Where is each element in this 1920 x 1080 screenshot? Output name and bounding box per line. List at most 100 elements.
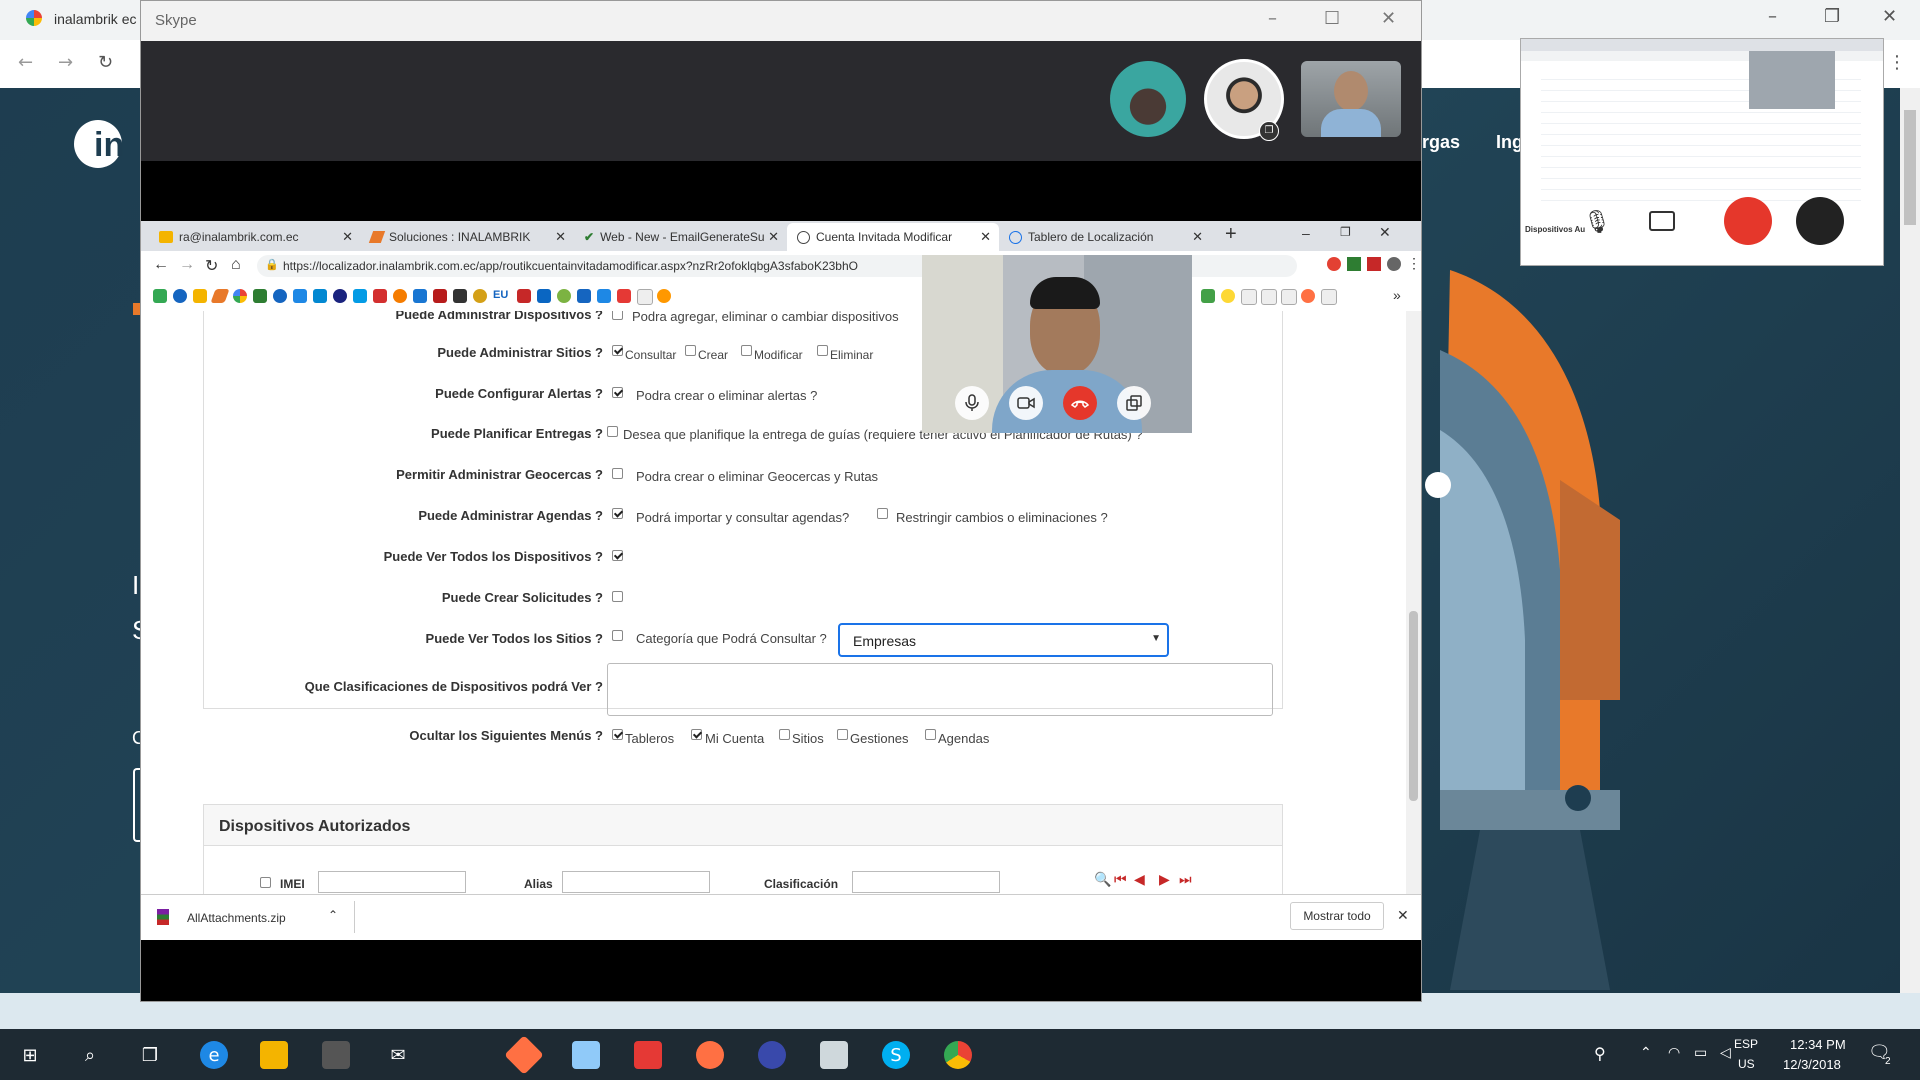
menu-icon[interactable]: ⋮ — [1407, 255, 1421, 272]
app-icon[interactable] — [634, 1041, 662, 1069]
chevron-up-icon[interactable]: ⌃ — [1640, 1044, 1652, 1061]
reload-icon[interactable]: ↻ — [98, 52, 113, 73]
app-icon[interactable] — [504, 1035, 544, 1075]
microphone-icon[interactable] — [955, 386, 989, 420]
alias-input[interactable] — [562, 871, 710, 893]
bookmark-icon[interactable] — [1241, 289, 1257, 305]
battery-icon[interactable]: ▭ — [1694, 1044, 1707, 1061]
close-icon[interactable]: ✕ — [1882, 6, 1897, 27]
bookmark-icon[interactable] — [210, 289, 230, 303]
home-icon[interactable]: ⌂ — [231, 256, 241, 274]
checkbox-agendas[interactable] — [612, 508, 623, 519]
bookmark-icon[interactable] — [1201, 289, 1215, 303]
checkbox-gestiones[interactable] — [837, 729, 848, 740]
bookmark-icon[interactable] — [353, 289, 367, 303]
bookmark-icon[interactable] — [393, 289, 407, 303]
end-call-icon[interactable] — [1063, 386, 1097, 420]
tab-mail[interactable]: ra@inalambrik.com.ec ✕ — [149, 223, 361, 251]
checkbox-solicitudes[interactable] — [612, 591, 623, 602]
bookmark-icon[interactable] — [313, 289, 327, 303]
page-scrollbar[interactable] — [1406, 311, 1421, 894]
close-tab-icon[interactable]: ✕ — [555, 229, 566, 245]
chrome-icon[interactable] — [944, 1041, 972, 1069]
prev-page-icon[interactable]: ◀ — [1134, 871, 1145, 888]
bookmark-icon[interactable] — [537, 289, 551, 303]
checkbox-ver-sitios[interactable] — [612, 630, 623, 641]
bookmark-icon[interactable] — [557, 289, 571, 303]
bookmark-icon[interactable] — [373, 289, 387, 303]
imei-input[interactable] — [318, 871, 466, 893]
popout-icon[interactable] — [1117, 386, 1151, 420]
bookmark-icon[interactable] — [617, 289, 631, 303]
show-all-button[interactable]: Mostrar todo — [1290, 902, 1384, 930]
forward-icon[interactable]: → — [58, 52, 73, 73]
store-icon[interactable] — [322, 1041, 350, 1069]
bookmark-icon[interactable] — [657, 289, 671, 303]
checkbox-agendas-menu[interactable] — [925, 729, 936, 740]
mail-icon[interactable]: ✉ — [384, 1041, 412, 1069]
bookmark-icon[interactable] — [233, 289, 247, 303]
checkbox-planificar[interactable] — [607, 426, 618, 437]
checkbox-restringir[interactable] — [877, 508, 888, 519]
checkbox-geocercas[interactable] — [612, 468, 623, 479]
clock-time[interactable]: 12:34 PM — [1790, 1037, 1846, 1052]
skype-icon[interactable]: S — [882, 1041, 910, 1069]
volume-icon[interactable]: ◁ — [1720, 1044, 1731, 1061]
background-scrollbar[interactable] — [1900, 88, 1920, 993]
close-tab-icon[interactable]: ✕ — [342, 229, 353, 245]
bookmark-icon[interactable] — [253, 289, 267, 303]
search-icon[interactable]: 🔍 — [1094, 871, 1111, 888]
bookmark-icon[interactable] — [517, 289, 531, 303]
tab-web-new[interactable]: ✔ Web - New - EmailGenerateSu ✕ — [574, 223, 787, 251]
windows-start-icon[interactable]: ⊞ — [16, 1041, 44, 1069]
close-icon[interactable]: ✕ — [1381, 8, 1396, 29]
close-tab-icon[interactable]: ✕ — [768, 229, 779, 245]
minimize-icon[interactable]: – — [1302, 225, 1310, 241]
more-bookmarks-icon[interactable]: » — [1393, 287, 1401, 303]
menu-icon[interactable]: ⋮ — [1888, 52, 1906, 73]
vpn-icon[interactable] — [758, 1041, 786, 1069]
bookmark-icon[interactable] — [1321, 289, 1337, 305]
floating-video[interactable] — [922, 255, 1192, 433]
nav-item[interactable]: rgas — [1422, 132, 1460, 153]
close-tab-icon[interactable]: ✕ — [980, 229, 991, 245]
bookmark-icon[interactable] — [637, 289, 653, 305]
bookmark-icon[interactable] — [433, 289, 447, 303]
end-call-icon[interactable] — [1724, 197, 1772, 245]
background-tab-title[interactable]: inalambrik ec — [54, 11, 136, 27]
bookmark-icon[interactable] — [153, 289, 167, 303]
screen-share-thumbnail[interactable]: Dispositivos Au 🎙 — [1520, 38, 1884, 266]
tab-cuenta-invitada[interactable]: Cuenta Invitada Modificar ✕ — [787, 223, 999, 251]
checkbox-sitios[interactable] — [779, 729, 790, 740]
checkbox-ver-dispositivos[interactable] — [612, 550, 623, 561]
tab-soluciones[interactable]: Soluciones : INALAMBRIK ✕ — [361, 223, 574, 251]
close-icon[interactable]: ✕ — [1379, 224, 1391, 241]
people-icon[interactable]: ⚲ — [1594, 1044, 1606, 1064]
task-view-icon[interactable]: ❐ — [136, 1041, 164, 1069]
checkbox-tableros[interactable] — [612, 729, 623, 740]
microphone-icon[interactable]: 🎙 — [1583, 209, 1611, 235]
extension-icon[interactable] — [1327, 257, 1341, 271]
back-icon[interactable]: ← — [153, 256, 169, 274]
next-page-icon[interactable]: ▶ — [1159, 871, 1170, 888]
app-icon[interactable] — [820, 1041, 848, 1069]
last-page-icon[interactable]: ⏭ — [1179, 871, 1192, 888]
checkbox-crear[interactable] — [685, 345, 696, 356]
back-icon[interactable]: ← — [18, 52, 33, 73]
popout-icon[interactable]: ❐ — [1259, 121, 1279, 141]
checkbox-alertas[interactable] — [612, 387, 623, 398]
bookmark-icon[interactable] — [193, 289, 207, 303]
bookmark-icon[interactable] — [293, 289, 307, 303]
bookmark-icon[interactable] — [333, 289, 347, 303]
bookmark-icon[interactable] — [1221, 289, 1235, 303]
clasificacion-input[interactable] — [852, 871, 1000, 893]
wifi-icon[interactable]: ◠ — [1668, 1044, 1680, 1061]
profile-avatar[interactable] — [1387, 257, 1401, 271]
bookmark-icon[interactable] — [1261, 289, 1277, 305]
chevron-up-icon[interactable]: ⌃ — [328, 908, 338, 922]
tab-tablero[interactable]: Tablero de Localización ✕ — [999, 223, 1211, 251]
file-explorer-icon[interactable] — [260, 1041, 288, 1069]
close-tab-icon[interactable]: ✕ — [1192, 229, 1203, 245]
bookmark-icon[interactable] — [413, 289, 427, 303]
nav-item[interactable]: Ing — [1496, 132, 1523, 153]
